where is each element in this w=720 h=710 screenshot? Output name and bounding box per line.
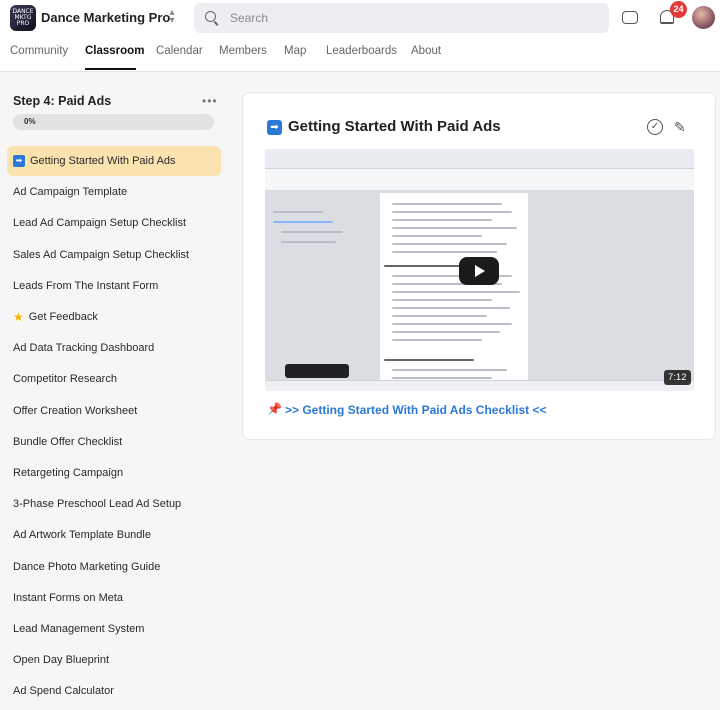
video-duration: 7:12 bbox=[664, 370, 691, 385]
search-icon bbox=[205, 11, 216, 22]
lesson-label: Lead Ad Campaign Setup Checklist bbox=[13, 217, 187, 230]
lesson-label: Getting Started With Paid Ads bbox=[30, 155, 176, 167]
lesson-item[interactable]: ★ Get Feedback bbox=[7, 302, 221, 332]
more-options-icon[interactable]: ••• bbox=[202, 94, 218, 108]
lesson-content-card: ➡ Getting Started With Paid Ads ✓ ✎ 7:12… bbox=[242, 92, 716, 440]
video-player[interactable]: 7:12 bbox=[265, 149, 694, 391]
lesson-item[interactable]: Ad Artwork Template Bundle bbox=[7, 520, 221, 550]
chat-icon[interactable] bbox=[622, 11, 638, 24]
lesson-label: Instant Forms on Meta bbox=[13, 591, 124, 604]
lesson-label: Competitor Research bbox=[13, 373, 117, 386]
lesson-label: Ad Data Tracking Dashboard bbox=[13, 342, 155, 355]
search-input[interactable]: Search bbox=[230, 11, 268, 25]
lesson-item[interactable]: Dance Photo Marketing Guide bbox=[7, 552, 221, 582]
video-thumbnail-outline bbox=[273, 211, 353, 251]
video-thumbnail-toolbar bbox=[265, 169, 694, 191]
lesson-label: Lead Management System bbox=[13, 623, 145, 635]
tab-classroom[interactable]: Classroom bbox=[85, 45, 144, 57]
lesson-item[interactable]: ➡ Getting Started With Paid Ads bbox=[7, 146, 221, 176]
lesson-label: Offer Creation Worksheet bbox=[13, 404, 138, 417]
lesson-item[interactable]: Lead Management System bbox=[7, 614, 221, 644]
lesson-item[interactable]: 3-Phase Preschool Lead Ad Setup bbox=[7, 489, 221, 519]
mark-complete-icon[interactable]: ✓ bbox=[647, 119, 663, 135]
notification-badge[interactable]: 24 bbox=[670, 1, 687, 18]
top-bar: DANCE MKTG PRO Dance Marketing Pro ▴ ▾ Se… bbox=[0, 0, 720, 72]
video-thumbnail-document bbox=[380, 193, 528, 386]
lesson-item[interactable]: Instant Forms on Meta bbox=[7, 583, 221, 613]
app-logo[interactable]: DANCE MKTG PRO bbox=[10, 5, 36, 31]
active-tab-underline bbox=[85, 68, 136, 70]
lesson-item[interactable]: Ad Campaign Template bbox=[7, 177, 221, 207]
lesson-item[interactable]: Leads From The Instant Form bbox=[7, 271, 221, 301]
lesson-label: Leads From The Instant Form bbox=[13, 279, 159, 292]
edit-pencil-icon[interactable]: ✎ bbox=[674, 120, 686, 136]
lesson-item[interactable]: Sales Ad Campaign Setup Checklist bbox=[7, 240, 221, 270]
lesson-item[interactable]: Bundle Offer Checklist bbox=[7, 427, 221, 457]
app-title[interactable]: Dance Marketing Pro bbox=[41, 10, 170, 25]
lesson-label: Open Day Blueprint bbox=[13, 654, 109, 667]
avatar[interactable] bbox=[692, 6, 715, 29]
tab-map[interactable]: Map bbox=[284, 45, 306, 57]
search-bar[interactable]: Search bbox=[194, 3, 609, 33]
video-thumbnail-taskbar bbox=[265, 380, 694, 391]
star-icon: ★ bbox=[13, 310, 24, 324]
lesson-label: Retargeting Campaign bbox=[13, 467, 124, 479]
sidebar: Step 4: Paid Ads ••• 0% ➡ Getting Started… bbox=[0, 73, 232, 710]
lesson-item[interactable]: Offer Creation Worksheet bbox=[7, 396, 221, 426]
tab-members[interactable]: Members bbox=[219, 45, 267, 57]
lesson-item[interactable]: Ad Data Tracking Dashboard bbox=[7, 333, 221, 363]
lesson-label: Ad Campaign Template bbox=[13, 186, 128, 199]
lesson-item[interactable]: Open Day Blueprint bbox=[7, 645, 221, 675]
lesson-item[interactable]: Competitor Research bbox=[7, 364, 221, 394]
arrow-right-icon: ➡ bbox=[13, 155, 25, 167]
tab-leaderboards[interactable]: Leaderboards bbox=[326, 45, 397, 57]
lesson-label: Get Feedback bbox=[28, 311, 98, 323]
lesson-label: 3-Phase Preschool Lead Ad Setup bbox=[13, 498, 182, 511]
lesson-title: Getting Started With Paid Ads bbox=[288, 118, 501, 135]
tab-community[interactable]: Community bbox=[10, 45, 68, 57]
play-icon[interactable] bbox=[459, 257, 499, 285]
tab-calendar[interactable]: Calendar bbox=[156, 45, 203, 57]
tab-about[interactable]: About bbox=[411, 45, 441, 57]
arrow-right-icon: ➡ bbox=[267, 120, 282, 135]
lesson-item[interactable]: Retargeting Campaign bbox=[7, 458, 221, 488]
lesson-label: Sales Ad Campaign Setup Checklist bbox=[13, 248, 190, 261]
pushpin-icon: 📌 bbox=[267, 402, 282, 416]
lesson-item[interactable]: Lead Ad Campaign Setup Checklist bbox=[7, 208, 221, 238]
switch-community-icon[interactable]: ▴ ▾ bbox=[166, 8, 178, 27]
lesson-label: Bundle Offer Checklist bbox=[13, 435, 123, 448]
checklist-link[interactable]: >> Getting Started With Paid Ads Checkli… bbox=[285, 403, 547, 417]
progress-bar: 0% bbox=[13, 114, 214, 130]
lesson-label: Dance Photo Marketing Guide bbox=[13, 560, 161, 573]
lesson-label: Ad Artwork Template Bundle bbox=[13, 529, 151, 542]
progress-label: 0% bbox=[24, 117, 36, 126]
lesson-item[interactable]: Ad Spend Calculator bbox=[7, 676, 221, 706]
step-title: Step 4: Paid Ads bbox=[13, 94, 112, 108]
lesson-label: Ad Spend Calculator bbox=[13, 685, 114, 698]
video-thumbnail-recorder-bar bbox=[285, 364, 349, 378]
video-thumbnail-browser-chrome bbox=[265, 149, 694, 169]
